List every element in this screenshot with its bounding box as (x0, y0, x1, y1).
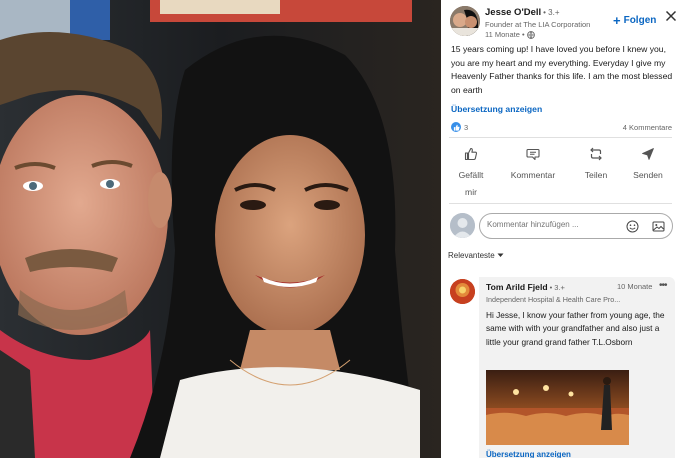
like-reaction-icon (451, 122, 461, 132)
more-options-icon[interactable]: ••• (659, 280, 667, 291)
reaction-summary[interactable]: 3 (451, 122, 468, 132)
divider (449, 203, 672, 204)
comment-input-wrapper[interactable] (479, 213, 673, 239)
comment-time: 10 Monate (617, 282, 653, 291)
commenter-avatar[interactable] (450, 279, 475, 304)
commenter-name[interactable]: Tom Arild Fjeld • 3.+ (486, 282, 565, 292)
comment-attached-image[interactable] (486, 370, 629, 445)
author-degree: • 3.+ (543, 8, 560, 17)
globe-icon (526, 30, 535, 39)
sort-label: Relevanteste (448, 251, 495, 260)
post-viewer: Jesse O'Dell • 3.+ Founder at The LIA Cor… (0, 0, 680, 458)
post-time: 11 Monate • (485, 30, 535, 39)
author-avatar[interactable] (450, 6, 480, 36)
like-label: Gefällt mir (458, 170, 484, 197)
share-label: Teilen (584, 170, 608, 180)
divider (449, 137, 672, 138)
repost-icon (590, 147, 602, 161)
comment-text: Hi Jesse, I know your father from young … (486, 310, 665, 347)
comment-show-translation-link[interactable]: Übersetzung anzeigen (486, 450, 571, 458)
thumbs-up-icon (464, 147, 478, 161)
caret-down-icon (497, 253, 504, 257)
comment-bubble: Tom Arild Fjeld • 3.+ 10 Monate ••• Indep… (479, 277, 675, 458)
author-name-text[interactable]: Jesse O'Dell (485, 7, 541, 18)
commenter-degree: • 3.+ (549, 283, 565, 292)
close-icon[interactable] (665, 10, 677, 22)
crowd-photo (486, 370, 629, 445)
commenter-name-text[interactable]: Tom Arild Fjeld (486, 282, 548, 292)
comment-button[interactable]: Kommentar (509, 143, 557, 184)
user-avatar (450, 213, 475, 238)
post-photo[interactable] (0, 0, 441, 458)
comment-icon (526, 148, 540, 161)
emoji-icon[interactable] (626, 220, 639, 233)
comment-sort-dropdown[interactable]: Relevanteste (448, 251, 504, 260)
plus-icon: + (613, 12, 621, 28)
like-button[interactable]: Gefällt mir (456, 143, 486, 201)
send-button[interactable]: Senden (631, 143, 665, 184)
post-text: 15 years coming up! I have loved you bef… (451, 44, 673, 95)
comment-item: Tom Arild Fjeld • 3.+ 10 Monate ••• Indep… (450, 277, 678, 458)
follow-label: Folgen (623, 15, 657, 26)
author-name[interactable]: Jesse O'Dell • 3.+ (485, 7, 560, 18)
comment-composer (450, 212, 674, 240)
image-icon[interactable] (652, 220, 665, 233)
photo-illustration (0, 0, 441, 458)
share-button[interactable]: Teilen (581, 143, 611, 184)
send-icon (642, 148, 654, 160)
follow-button[interactable]: + Folgen (613, 12, 657, 28)
commenter-headline: Independent Hospital & Health Care Pro..… (486, 295, 621, 304)
comment-label: Kommentar (510, 170, 556, 180)
post-time-text: 11 Monate • (485, 30, 525, 39)
author-title: Founder at The LIA Corporation (485, 20, 591, 29)
comment-input[interactable] (487, 220, 617, 229)
comment-count[interactable]: 4 Kommentare (623, 123, 672, 132)
show-translation-link[interactable]: Übersetzung anzeigen (451, 104, 542, 114)
post-actions: Gefällt mir Kommentar Teilen Senden (441, 143, 680, 201)
send-label: Senden (633, 170, 663, 180)
post-details-panel: Jesse O'Dell • 3.+ Founder at The LIA Cor… (441, 0, 680, 458)
reaction-count: 3 (464, 122, 469, 132)
default-avatar-icon (450, 213, 475, 238)
